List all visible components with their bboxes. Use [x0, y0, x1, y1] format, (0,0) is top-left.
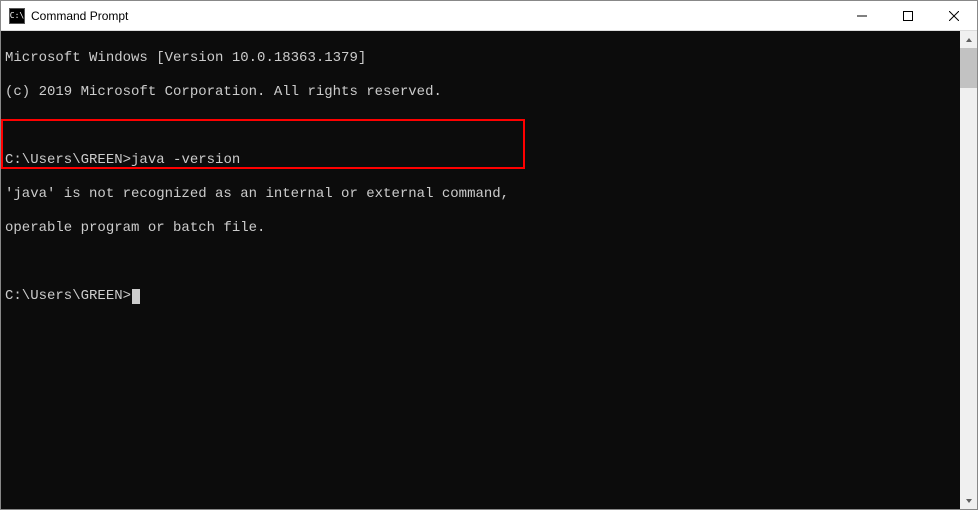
prompt-path: C:\Users\GREEN> [5, 152, 131, 168]
scroll-down-button[interactable] [960, 492, 977, 509]
maximize-icon [903, 11, 913, 21]
minimize-icon [857, 11, 867, 21]
terminal-area: Microsoft Windows [Version 10.0.18363.13… [1, 31, 977, 509]
close-button[interactable] [931, 1, 977, 30]
vertical-scrollbar[interactable] [960, 31, 977, 509]
terminal-prompt-line: C:\Users\GREEN> [5, 288, 956, 305]
minimize-button[interactable] [839, 1, 885, 30]
terminal-error-line: operable program or batch file. [5, 220, 956, 237]
titlebar[interactable]: C:\ Command Prompt [1, 1, 977, 31]
window-title: Command Prompt [31, 9, 839, 23]
scroll-thumb[interactable] [960, 48, 977, 88]
chevron-down-icon [965, 497, 973, 505]
scroll-up-button[interactable] [960, 31, 977, 48]
terminal-blank [5, 118, 956, 135]
app-icon: C:\ [9, 8, 25, 24]
window: C:\ Command Prompt Microsoft Windows [Ve… [0, 0, 978, 510]
maximize-button[interactable] [885, 1, 931, 30]
close-icon [949, 11, 959, 21]
terminal-blank [5, 254, 956, 271]
cursor [132, 289, 140, 304]
window-controls [839, 1, 977, 30]
prompt-path: C:\Users\GREEN> [5, 288, 131, 304]
terminal-output[interactable]: Microsoft Windows [Version 10.0.18363.13… [1, 31, 960, 509]
scroll-track[interactable] [960, 48, 977, 492]
command-text: java -version [131, 152, 240, 168]
terminal-line: Microsoft Windows [Version 10.0.18363.13… [5, 50, 956, 67]
chevron-up-icon [965, 36, 973, 44]
terminal-line: (c) 2019 Microsoft Corporation. All righ… [5, 84, 956, 101]
terminal-prompt-line: C:\Users\GREEN>java -version [5, 152, 956, 169]
terminal-error-line: 'java' is not recognized as an internal … [5, 186, 956, 203]
